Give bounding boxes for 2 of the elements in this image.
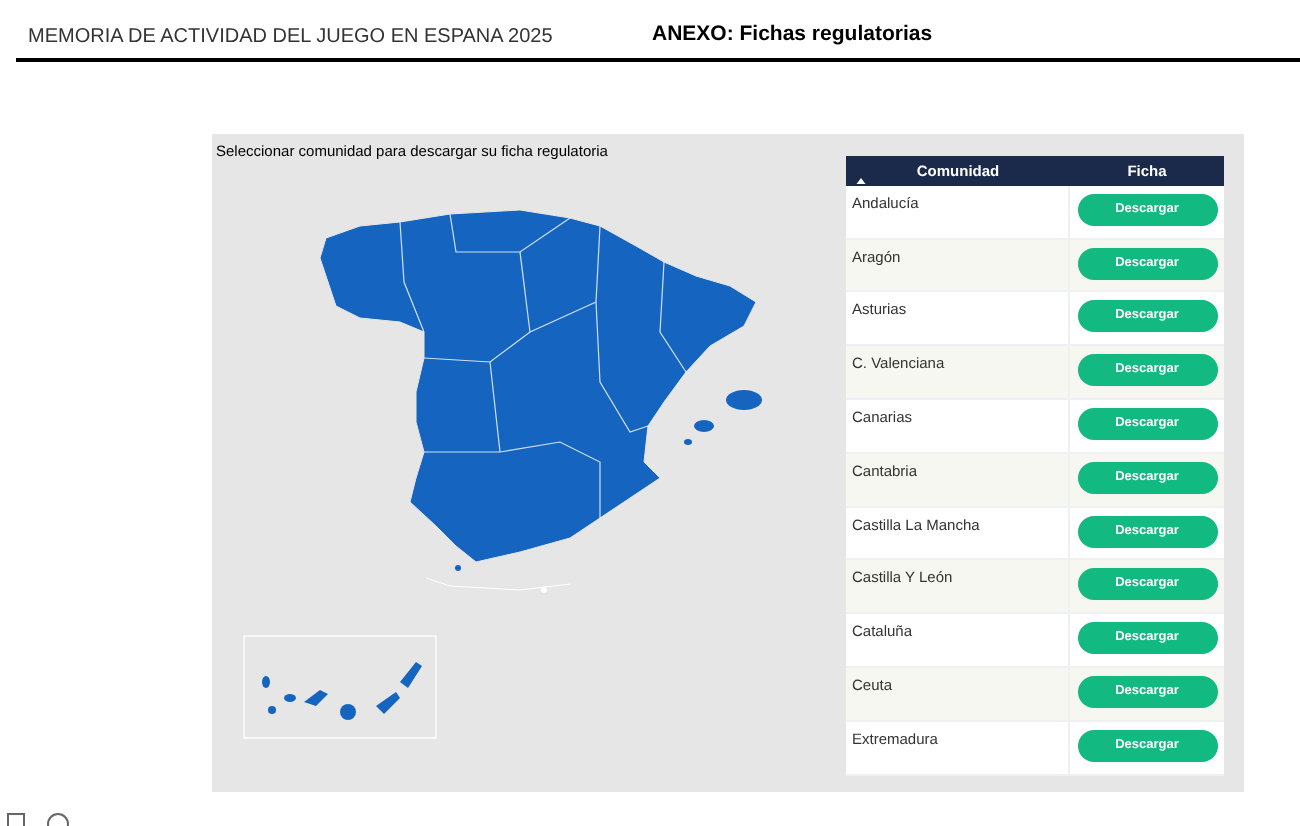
section-title: ANEXO: Fichas regulatorias [652,20,933,50]
report-title: MEMORIA DE ACTIVIDAD DEL JUEGO EN ESPANA 2025 [26,23,555,52]
